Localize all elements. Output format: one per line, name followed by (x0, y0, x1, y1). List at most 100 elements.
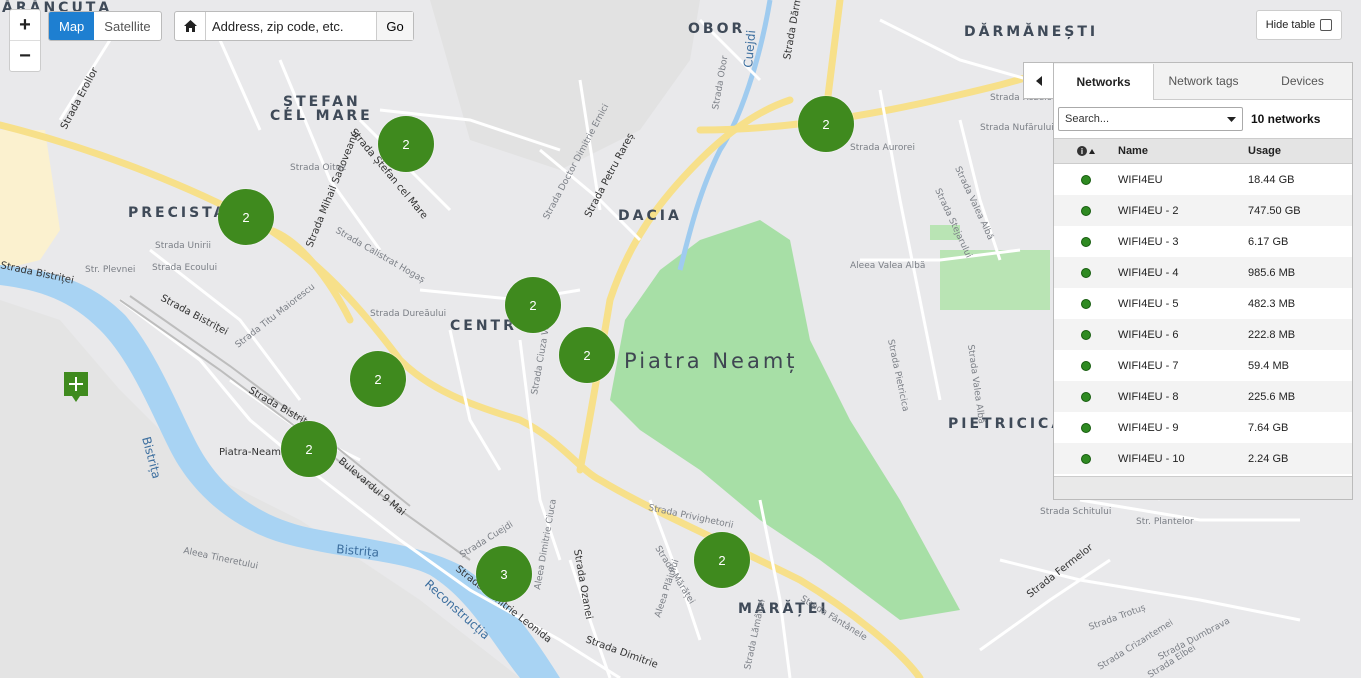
status-online-icon (1081, 298, 1091, 309)
go-button[interactable]: Go (376, 12, 413, 40)
collapse-panel-button[interactable] (1023, 62, 1055, 99)
network-name: WIFI4EU - 4 (1118, 266, 1179, 279)
panel-footer (1054, 476, 1352, 499)
table-row[interactable]: WIFI4EU - 9 7.64 GB (1054, 412, 1352, 443)
network-name: WIFI4EU - 9 (1118, 421, 1179, 434)
district-label: PRECISTA (128, 205, 227, 221)
cluster-marker[interactable]: 2 (378, 116, 434, 172)
network-usage: 482.3 MB (1248, 297, 1296, 310)
network-name: WIFI4EU - 8 (1118, 390, 1179, 403)
district-label: OBOR (688, 21, 745, 37)
district-label: CEL MARE (270, 108, 373, 124)
map-type-satellite-button[interactable]: Satellite (94, 12, 160, 40)
network-name: WIFI4EU - 5 (1118, 297, 1179, 310)
cluster-marker[interactable]: 2 (798, 96, 854, 152)
street-label: Strada Schitului (1040, 507, 1111, 517)
tab-devices[interactable]: Devices (1253, 63, 1352, 99)
home-button[interactable] (175, 12, 206, 40)
cluster-marker[interactable]: 2 (505, 277, 561, 333)
district-label: DACIA (618, 208, 682, 224)
network-count: 10 networks (1251, 112, 1321, 126)
network-usage: 222.8 MB (1248, 328, 1296, 341)
district-label: DĂRMĂNEȘTI (964, 22, 1098, 40)
cluster-marker[interactable]: 2 (559, 327, 615, 383)
tab-network-tags[interactable]: Network tags (1154, 63, 1253, 99)
table-row[interactable]: WIFI4EU - 6 222.8 MB (1054, 319, 1352, 350)
usage-column-header[interactable]: Usage (1248, 145, 1352, 157)
map-type-map-button[interactable]: Map (49, 12, 95, 40)
network-usage: 985.6 MB (1248, 266, 1296, 279)
city-label: Piatra Neamț (624, 349, 798, 373)
name-column-header[interactable]: Name (1118, 145, 1248, 157)
caret-left-icon (1036, 75, 1042, 86)
district-label: PIETRICICA (948, 416, 1065, 432)
street-label: Piatra-Neamț (219, 447, 285, 458)
street-label: Strada Dureăului (370, 309, 446, 319)
networks-panel: Networks Network tags Devices Search... … (1053, 62, 1353, 500)
street-label: Strada Ecoului (152, 263, 217, 273)
network-usage: 7.64 GB (1248, 421, 1289, 434)
street-label: Strada Nufărului (980, 123, 1054, 133)
street-label: Str. Plantelor (1136, 517, 1194, 527)
table-row[interactable]: WIFI4EU - 7 59.4 MB (1054, 350, 1352, 381)
sort-up-icon (1089, 148, 1095, 154)
table-row[interactable]: WIFI4EU - 2 747.50 GB (1054, 195, 1352, 226)
status-online-icon (1081, 453, 1091, 464)
address-search: Go (174, 11, 414, 41)
network-name: WIFI4EU - 3 (1118, 235, 1179, 248)
cluster-marker[interactable]: 2 (694, 532, 750, 588)
cluster-marker[interactable]: 2 (350, 351, 406, 407)
network-usage: 747.50 GB (1248, 204, 1301, 217)
hide-table-label: Hide table (1265, 19, 1316, 31)
network-table-body: WIFI4EU 18.44 GB WIFI4EU - 2 747.50 GB WIF… (1054, 164, 1352, 474)
network-usage: 225.6 MB (1248, 390, 1296, 403)
network-name: WIFI4EU - 10 (1118, 452, 1185, 465)
home-icon (183, 20, 197, 32)
network-name: WIFI4EU - 6 (1118, 328, 1179, 341)
hide-table-checkbox[interactable] (1320, 19, 1333, 31)
street-label: Strada Unirii (155, 241, 211, 251)
network-usage: 18.44 GB (1248, 173, 1295, 186)
map-type-toggle: Map Satellite (48, 11, 162, 41)
table-row[interactable]: WIFI4EU - 8 225.6 MB (1054, 381, 1352, 412)
status-online-icon (1081, 267, 1091, 278)
tab-networks[interactable]: Networks (1054, 64, 1154, 100)
status-column-header[interactable]: i (1054, 146, 1118, 156)
network-name: WIFI4EU - 2 (1118, 204, 1179, 217)
zoom-control: + − (9, 9, 41, 72)
cluster-marker[interactable]: 2 (281, 421, 337, 477)
status-online-icon (1081, 174, 1091, 185)
network-name: WIFI4EU - 7 (1118, 359, 1179, 372)
street-label: Strada Oituz (290, 163, 346, 173)
panel-tabs: Networks Network tags Devices (1054, 63, 1352, 100)
street-label: Str. Plevnei (85, 265, 135, 275)
location-marker-icon[interactable] (63, 371, 89, 403)
table-row[interactable]: WIFI4EU - 4 985.6 MB (1054, 257, 1352, 288)
status-online-icon (1081, 391, 1091, 402)
network-usage: 2.24 GB (1248, 452, 1289, 465)
cluster-marker[interactable]: 2 (218, 189, 274, 245)
status-online-icon (1081, 422, 1091, 433)
table-row[interactable]: WIFI4EU 18.44 GB (1054, 164, 1352, 195)
chevron-down-icon (1227, 116, 1236, 122)
hide-table-toggle[interactable]: Hide table (1256, 10, 1342, 40)
network-search-select[interactable]: Search... (1058, 107, 1243, 131)
status-online-icon (1081, 329, 1091, 340)
network-search-placeholder: Search... (1065, 113, 1110, 125)
table-row[interactable]: WIFI4EU - 3 6.17 GB (1054, 226, 1352, 257)
panel-toolbar: Search... 10 networks (1054, 100, 1352, 138)
address-input[interactable] (206, 12, 376, 40)
street-label: Aleea Valea Albă (850, 261, 925, 271)
info-icon: i (1077, 146, 1087, 156)
status-online-icon (1081, 205, 1091, 216)
street-label: Strada Aurorei (850, 143, 915, 153)
table-row[interactable]: WIFI4EU - 10 2.24 GB (1054, 443, 1352, 474)
table-header: i Name Usage (1054, 138, 1352, 164)
cluster-marker[interactable]: 3 (476, 546, 532, 602)
zoom-in-button[interactable]: + (10, 10, 40, 41)
zoom-out-button[interactable]: − (10, 41, 40, 71)
network-usage: 6.17 GB (1248, 235, 1289, 248)
network-name: WIFI4EU (1118, 173, 1163, 186)
table-row[interactable]: WIFI4EU - 5 482.3 MB (1054, 288, 1352, 319)
status-online-icon (1081, 236, 1091, 247)
